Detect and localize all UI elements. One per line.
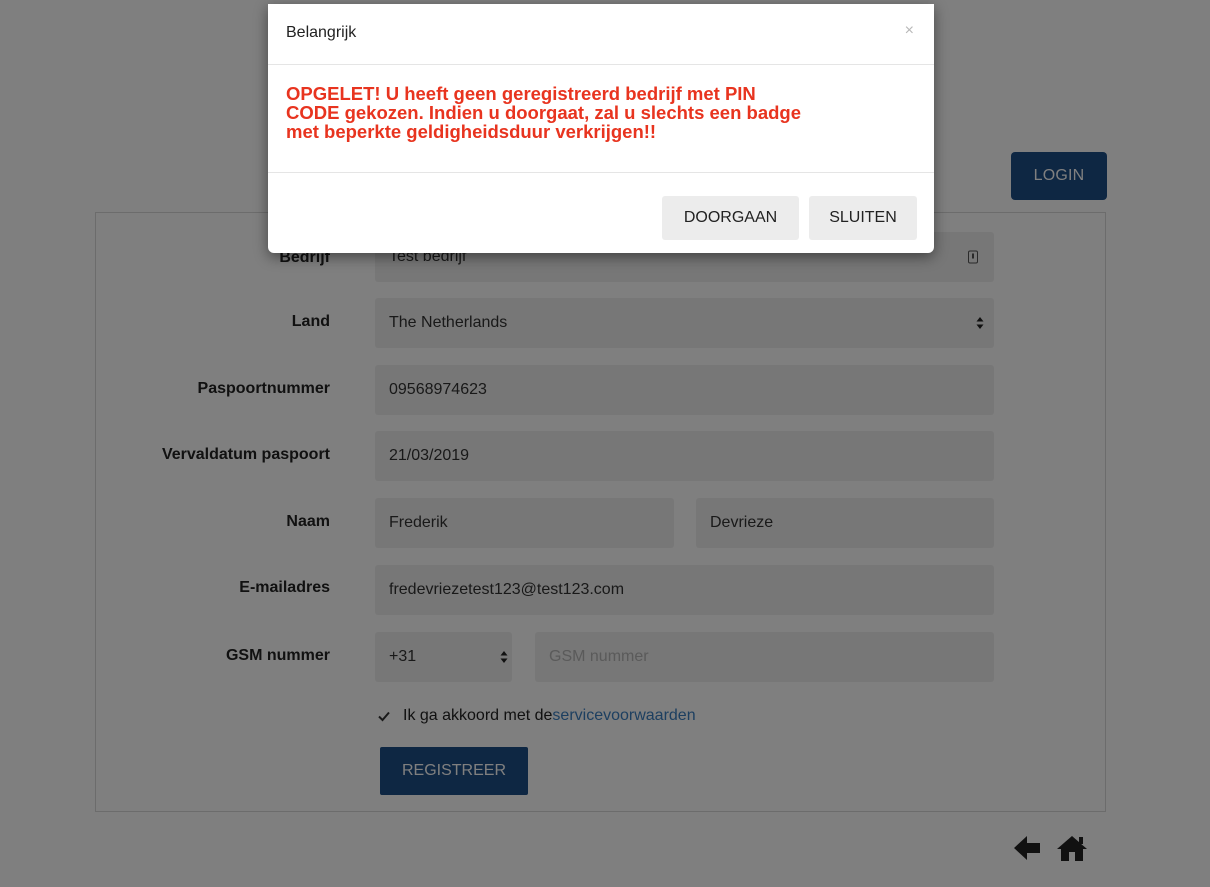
modal-message-line: OPGELET! U heeft geen geregistreerd bedr… [286, 83, 756, 104]
modal-message-line: met beperkte geldigheidsduur verkrijgen!… [286, 121, 657, 142]
continue-button[interactable]: DOORGAAN [662, 196, 799, 240]
modal-message: OPGELET! U heeft geen geregistreerd bedr… [286, 84, 916, 141]
modal-title: Belangrijk [286, 24, 357, 41]
modal-message-line: CODE gekozen. Indien u doorgaat, zal u s… [286, 102, 802, 123]
modal-header: Belangrijk × [268, 4, 934, 65]
close-icon[interactable]: × [905, 22, 914, 40]
close-button[interactable]: SLUITEN [809, 196, 917, 240]
important-modal: Belangrijk × OPGELET! U heeft geen gereg… [268, 4, 934, 253]
